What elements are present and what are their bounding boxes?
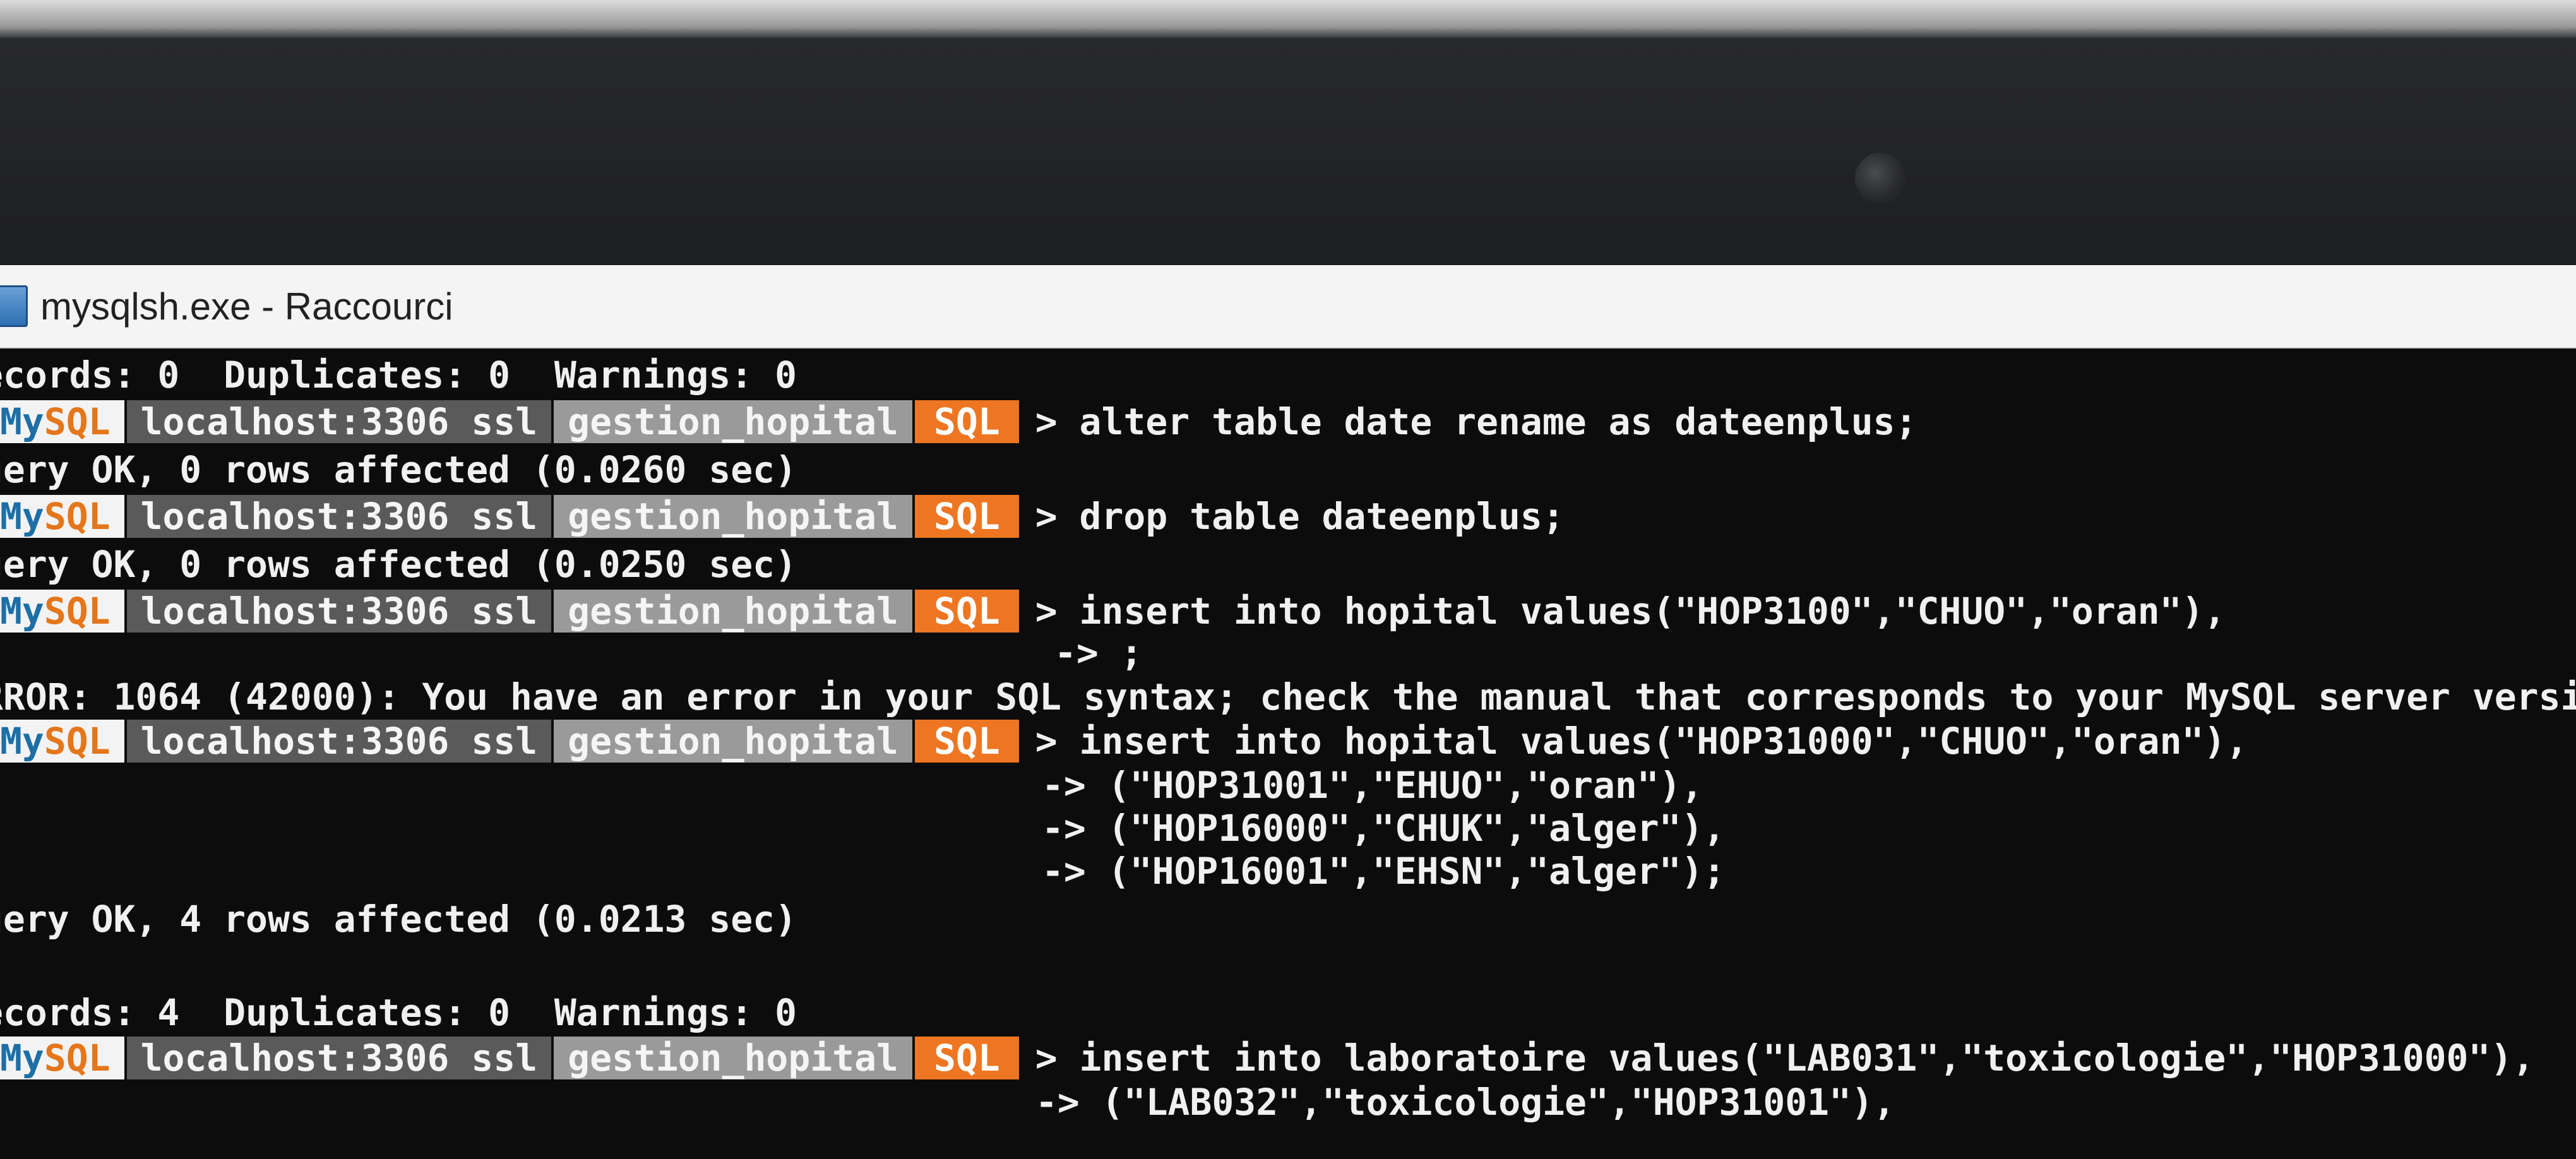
prompt-line: My SQL localhost:3306 ssl gestion_hopital… bbox=[0, 400, 1917, 443]
mysql-prompt: My SQL localhost:3306 ssl gestion_hopital… bbox=[0, 400, 1019, 443]
bezel-top-edge bbox=[0, 0, 2576, 38]
prompt-database: gestion_hopital bbox=[554, 1037, 912, 1079]
query-result: uery OK, 4 rows affected (0.0213 sec) bbox=[0, 898, 797, 941]
mysql-prompt: My SQL localhost:3306 ssl gestion_hopital… bbox=[0, 1037, 1019, 1079]
mysql-brand: My SQL bbox=[0, 1037, 124, 1079]
continuation-line: -> ("HOP16000","CHUK","alger"), bbox=[1042, 807, 1726, 850]
mysql-brand: My SQL bbox=[0, 495, 124, 538]
prompt-host: localhost:3306 ssl bbox=[126, 1037, 552, 1079]
prompt-mode: SQL bbox=[914, 400, 1019, 443]
command-text: > drop table dateenplus; bbox=[1035, 495, 1565, 538]
prompt-host: localhost:3306 ssl bbox=[126, 495, 552, 538]
query-result: uery OK, 0 rows affected (0.0260 sec) bbox=[0, 448, 797, 491]
prompt-database: gestion_hopital bbox=[554, 495, 912, 538]
terminal-app-icon bbox=[0, 285, 28, 327]
records-status: ecords: 4 Duplicates: 0 Warnings: 0 bbox=[0, 991, 797, 1034]
console-line: ecords: 0 Duplicates: 0 Warnings: 0 bbox=[0, 354, 797, 396]
query-result: uery OK, 0 rows affected (0.0250 sec) bbox=[0, 543, 797, 586]
error-message: RROR: 1064 (42000): You have an error in… bbox=[0, 675, 2576, 718]
screen: mysqlsh.exe - Raccourci ecords: 0 Duplic… bbox=[0, 265, 2576, 1159]
continuation-line: -> ("HOP31001","EHUO","oran"), bbox=[1042, 764, 1703, 807]
console-line: uery OK, 4 rows affected (0.0213 sec) bbox=[0, 898, 797, 941]
command-text: > insert into hopital values("HOP31000",… bbox=[1035, 720, 2248, 763]
prompt-line: My SQL localhost:3306 ssl gestion_hopital… bbox=[0, 495, 1565, 538]
prompt-database: gestion_hopital bbox=[554, 590, 912, 633]
console-line: uery OK, 0 rows affected (0.0260 sec) bbox=[0, 448, 797, 491]
prompt-mode: SQL bbox=[914, 1037, 1019, 1079]
command-text: > insert into hopital values("HOP3100","… bbox=[1035, 590, 2226, 633]
mysql-brand: My SQL bbox=[0, 590, 124, 633]
prompt-mode: SQL bbox=[914, 720, 1019, 763]
records-status: ecords: 0 Duplicates: 0 Warnings: 0 bbox=[0, 354, 797, 396]
console-line: uery OK, 0 rows affected (0.0250 sec) bbox=[0, 543, 797, 586]
prompt-line: My SQL localhost:3306 ssl gestion_hopital… bbox=[0, 1037, 2534, 1079]
mysql-brand: My SQL bbox=[0, 720, 124, 763]
prompt-line: My SQL localhost:3306 ssl gestion_hopital… bbox=[0, 720, 2248, 763]
command-text: > alter table date rename as dateenplus; bbox=[1035, 400, 1917, 443]
mysql-brand: My SQL bbox=[0, 400, 124, 443]
mysql-prompt: My SQL localhost:3306 ssl gestion_hopital… bbox=[0, 590, 1019, 633]
mysql-prompt: My SQL localhost:3306 ssl gestion_hopital… bbox=[0, 720, 1019, 763]
window-titlebar[interactable]: mysqlsh.exe - Raccourci bbox=[0, 265, 2576, 348]
command-text: > insert into laboratoire values("LAB031… bbox=[1035, 1037, 2535, 1079]
prompt-mode: SQL bbox=[914, 590, 1019, 633]
prompt-database: gestion_hopital bbox=[554, 400, 912, 443]
window-title: mysqlsh.exe - Raccourci bbox=[40, 285, 453, 328]
continuation-line: -> ("LAB032","toxicologie","HOP31001"), bbox=[1035, 1081, 1895, 1124]
prompt-line: My SQL localhost:3306 ssl gestion_hopital… bbox=[0, 590, 2226, 633]
continuation-line: -> ; bbox=[1054, 631, 1143, 674]
prompt-host: localhost:3306 ssl bbox=[126, 400, 552, 443]
prompt-host: localhost:3306 ssl bbox=[126, 720, 552, 763]
console-line: RROR: 1064 (42000): You have an error in… bbox=[0, 675, 2576, 718]
mysql-prompt: My SQL localhost:3306 ssl gestion_hopital… bbox=[0, 495, 1019, 538]
prompt-host: localhost:3306 ssl bbox=[126, 590, 552, 633]
continuation-line: -> ("HOP16001","EHSN","alger"); bbox=[1042, 850, 1726, 893]
console-line: ecords: 4 Duplicates: 0 Warnings: 0 bbox=[0, 991, 797, 1034]
webcam bbox=[1855, 153, 1905, 203]
console-output[interactable]: ecords: 0 Duplicates: 0 Warnings: 0 My SQ… bbox=[0, 354, 2576, 1159]
prompt-mode: SQL bbox=[914, 495, 1019, 538]
prompt-database: gestion_hopital bbox=[554, 720, 912, 763]
